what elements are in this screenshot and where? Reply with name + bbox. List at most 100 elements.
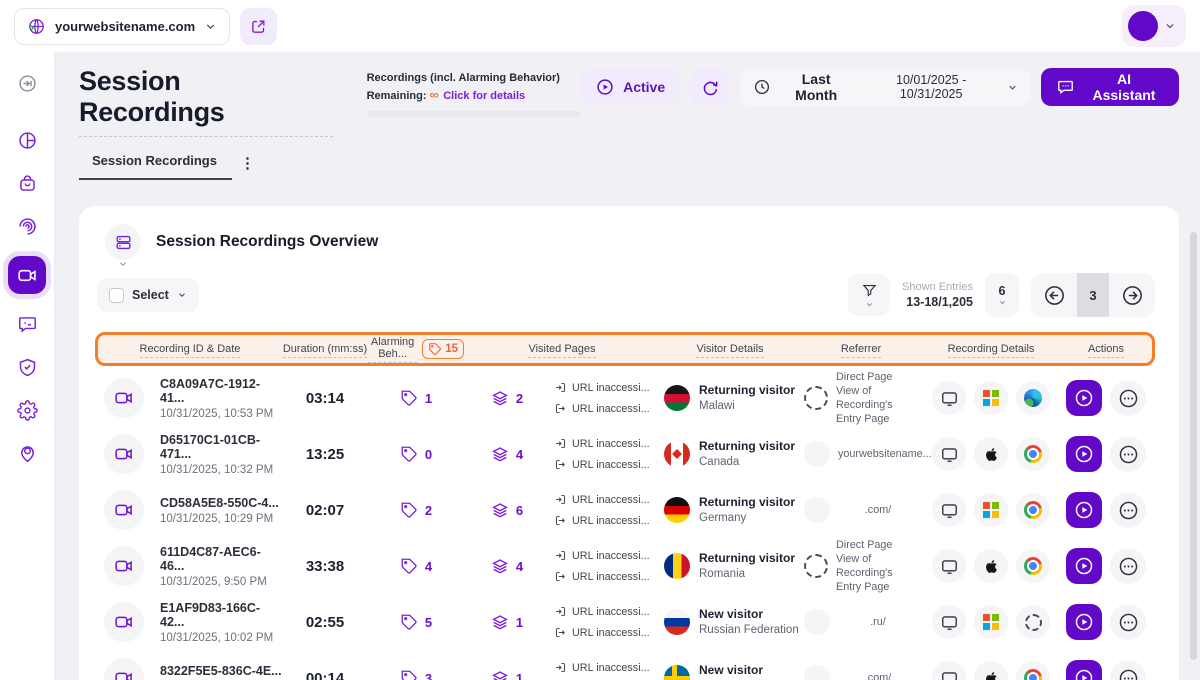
play-recording-button[interactable] bbox=[1066, 380, 1102, 416]
exit-page-icon bbox=[554, 570, 567, 583]
pagination: 3 bbox=[1031, 273, 1155, 317]
click-for-details-link[interactable]: Click for details bbox=[443, 90, 525, 102]
sidebar-item-privacy[interactable] bbox=[8, 348, 46, 386]
column-visitor-details[interactable]: Visitor Details bbox=[660, 343, 800, 355]
select-all-checkbox[interactable] bbox=[109, 288, 124, 303]
os-apple-icon bbox=[974, 437, 1008, 471]
chevron-down-icon bbox=[118, 259, 128, 269]
sidebar-item-ecommerce[interactable] bbox=[8, 164, 46, 202]
entry-url[interactable]: URL inaccessi... bbox=[554, 493, 660, 506]
play-recording-button[interactable] bbox=[1066, 436, 1102, 472]
sidebar-collapse-button[interactable] bbox=[8, 64, 46, 102]
entry-url[interactable]: URL inaccessi... bbox=[554, 549, 660, 562]
row-more-options-button[interactable] bbox=[1110, 660, 1146, 680]
column-recording-id-date[interactable]: Recording ID & Date bbox=[98, 343, 282, 355]
column-recording-details[interactable]: Recording Details bbox=[922, 343, 1060, 355]
exit-url[interactable]: URL inaccessi... bbox=[554, 514, 660, 527]
entry-url[interactable]: URL inaccessi... bbox=[554, 437, 660, 450]
overview-widget-selector[interactable] bbox=[105, 224, 141, 260]
shield-check-icon bbox=[17, 357, 38, 378]
alarming-behavior-count-badge[interactable]: 15 bbox=[422, 339, 464, 359]
device-desktop-icon bbox=[932, 661, 966, 680]
referrer-text: .com/ bbox=[838, 671, 918, 680]
sidebar-item-settings[interactable] bbox=[8, 391, 46, 429]
select-dropdown[interactable]: Select bbox=[97, 278, 199, 312]
website-selector[interactable]: yourwebsitename.com bbox=[14, 8, 230, 45]
play-recording-button[interactable] bbox=[1066, 548, 1102, 584]
play-icon bbox=[1073, 555, 1095, 577]
row-more-options-button[interactable] bbox=[1110, 604, 1146, 640]
browser-chrome-icon bbox=[1016, 661, 1050, 680]
database-icon bbox=[114, 233, 133, 252]
exit-url[interactable]: URL inaccessi... bbox=[554, 626, 660, 639]
visited-pages-layers-icon bbox=[491, 557, 509, 575]
ai-assistant-button[interactable]: AI Assistant bbox=[1041, 68, 1179, 106]
sidebar-item-dashboard[interactable] bbox=[8, 121, 46, 159]
column-alarming-behavior[interactable]: Alarming Beh... 15 bbox=[368, 336, 464, 363]
row-more-options-button[interactable] bbox=[1110, 492, 1146, 528]
table-header: Recording ID & Date Duration (mm:ss) Ala… bbox=[95, 332, 1155, 366]
exit-url[interactable]: URL inaccessi... bbox=[554, 458, 660, 471]
play-recording-button[interactable] bbox=[1066, 660, 1102, 680]
device-desktop-icon bbox=[932, 493, 966, 527]
recording-duration: 02:07 bbox=[282, 502, 368, 519]
previous-page-button[interactable] bbox=[1031, 273, 1077, 317]
alarming-behavior-count: 0 bbox=[425, 447, 432, 462]
row-more-options-button[interactable] bbox=[1110, 548, 1146, 584]
date-range-selector[interactable]: Last Month 10/01/2025 - 10/31/2025 bbox=[740, 68, 1031, 106]
referrer-text: Direct Page View of Recording's Entry Pa… bbox=[836, 538, 918, 594]
video-camera-icon bbox=[104, 546, 144, 586]
open-website-button[interactable] bbox=[240, 8, 277, 45]
column-referrer[interactable]: Referrer bbox=[800, 343, 922, 355]
recording-duration: 02:55 bbox=[282, 614, 368, 631]
next-page-button[interactable] bbox=[1109, 273, 1155, 317]
shown-entries-value: 13-18/1,205 bbox=[902, 294, 973, 310]
row-more-options-button[interactable] bbox=[1110, 380, 1146, 416]
column-duration[interactable]: Duration (mm:ss) bbox=[282, 343, 368, 355]
visited-pages-count: 1 bbox=[516, 671, 523, 680]
alarming-behavior-tag-icon bbox=[400, 389, 418, 407]
visited-pages-count: 1 bbox=[516, 615, 523, 630]
country-flag-icon bbox=[664, 553, 690, 579]
column-actions[interactable]: Actions bbox=[1060, 343, 1152, 355]
referrer-text: .com/ bbox=[838, 503, 918, 517]
sidebar-item-feedback[interactable] bbox=[8, 305, 46, 343]
filter-button[interactable] bbox=[848, 274, 890, 316]
sidebar-item-visitor-location[interactable] bbox=[8, 434, 46, 472]
sidebar-item-behavior[interactable] bbox=[8, 207, 46, 245]
shopping-bag-icon bbox=[17, 173, 38, 194]
chevron-down-icon bbox=[998, 298, 1007, 307]
exit-url[interactable]: URL inaccessi... bbox=[554, 570, 660, 583]
refresh-button[interactable] bbox=[690, 68, 730, 106]
chevron-down-icon bbox=[204, 20, 217, 33]
infinity-value: ∞ bbox=[430, 87, 439, 102]
user-menu[interactable] bbox=[1122, 5, 1186, 47]
referrer-icon bbox=[804, 497, 830, 523]
entry-url[interactable]: URL inaccessi... bbox=[554, 661, 660, 674]
browser-unknown-icon bbox=[1016, 605, 1050, 639]
recording-id: 8322F5E5-836C-4E... bbox=[160, 664, 282, 678]
recording-date: 10/31/2025, 10:29 PM bbox=[160, 513, 282, 525]
shown-entries: Shown Entries 13-18/1,205 bbox=[902, 280, 973, 311]
visitor-type: Returning visitor bbox=[699, 439, 795, 453]
active-recordings-button[interactable]: Active bbox=[580, 68, 680, 106]
tab-options-kebab-icon[interactable]: ⋮ bbox=[232, 154, 263, 180]
entry-page-icon bbox=[554, 381, 567, 394]
entry-url[interactable]: URL inaccessi... bbox=[554, 605, 660, 618]
play-recording-button[interactable] bbox=[1066, 604, 1102, 640]
video-camera-icon bbox=[104, 602, 144, 642]
page-size-selector[interactable]: 6 bbox=[985, 273, 1019, 317]
device-desktop-icon bbox=[932, 437, 966, 471]
page-scrollbar-thumb[interactable] bbox=[1190, 232, 1197, 660]
column-visited-pages[interactable]: Visited Pages bbox=[464, 343, 660, 355]
table-row: C8A09A7C-1912-41... 10/31/2025, 10:53 PM… bbox=[95, 370, 1155, 426]
sidebar-item-session-recordings[interactable] bbox=[8, 256, 46, 294]
row-more-options-button[interactable] bbox=[1110, 436, 1146, 472]
referrer-icon bbox=[804, 554, 828, 578]
tab-session-recordings[interactable]: Session Recordings bbox=[79, 153, 232, 180]
exit-url[interactable]: URL inaccessi... bbox=[554, 402, 660, 415]
play-recording-button[interactable] bbox=[1066, 492, 1102, 528]
alarming-behavior-count: 4 bbox=[425, 559, 432, 574]
ellipsis-icon bbox=[1117, 387, 1140, 410]
entry-url[interactable]: URL inaccessi... bbox=[554, 381, 660, 394]
